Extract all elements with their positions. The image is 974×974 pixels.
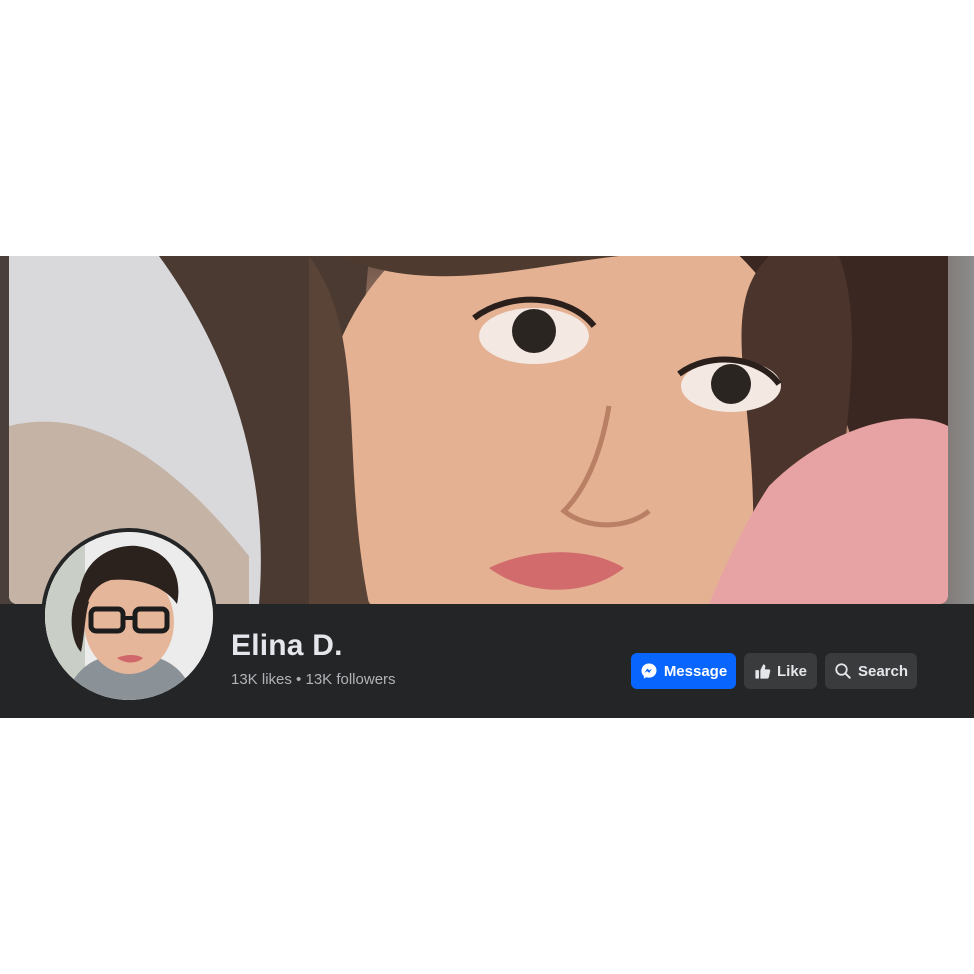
likes-count[interactable]: 13K likes bbox=[231, 671, 292, 688]
page-name: Elina D. bbox=[231, 629, 343, 662]
profile-header: Elina D. 13K likes • 13K followers Messa… bbox=[0, 256, 974, 718]
like-button[interactable]: Like bbox=[744, 653, 817, 689]
profile-avatar[interactable] bbox=[45, 532, 213, 700]
message-button[interactable]: Message bbox=[631, 653, 736, 689]
message-button-label: Message bbox=[663, 662, 728, 680]
followers-count[interactable]: 13K followers bbox=[305, 671, 395, 688]
thumbs-up-icon bbox=[754, 663, 771, 680]
avatar-portrait-illustration bbox=[45, 532, 213, 700]
magnifier-icon bbox=[834, 662, 852, 680]
messenger-icon bbox=[640, 662, 658, 680]
page-stats: 13K likes • 13K followers bbox=[231, 671, 396, 688]
avatar-ring bbox=[41, 528, 217, 704]
search-button-label: Search bbox=[857, 662, 909, 680]
search-button[interactable]: Search bbox=[825, 653, 917, 689]
like-button-label: Like bbox=[776, 662, 807, 680]
stats-separator: • bbox=[296, 671, 302, 688]
